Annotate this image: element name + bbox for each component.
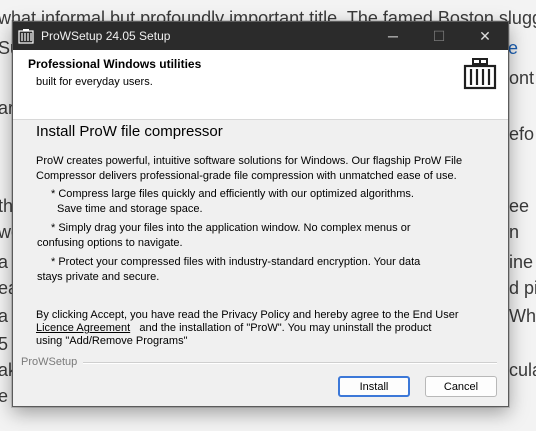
list-item: * Protect your compressed files with ind…	[37, 255, 491, 285]
header-title: Professional Windows utilities	[28, 57, 202, 71]
header-subtitle: built for everyday users.	[36, 76, 153, 88]
content-body: ProW creates powerful, intuitive softwar…	[36, 154, 491, 285]
minimize-button[interactable]: ─	[370, 22, 416, 50]
bullet-line: stays private and secure.	[37, 271, 160, 283]
maximize-icon: ☐	[432, 27, 446, 44]
title-bar[interactable]: ProWSetup 24.05 Setup ─ ☐ ✕	[13, 22, 508, 50]
cancel-button[interactable]: Cancel	[425, 376, 497, 397]
license-line: using "Add/Remove Programs"	[36, 335, 188, 347]
intro-text: ProW creates powerful, intuitive softwar…	[36, 155, 463, 182]
list-item: * Simply drag your files into the applic…	[37, 221, 491, 251]
background-link-text[interactable]: e	[508, 32, 518, 64]
list-item: * Compress large files quickly and effic…	[51, 187, 491, 217]
background-text-line: n	[509, 222, 520, 242]
licence-agreement-link[interactable]: Licence Agreement	[36, 322, 130, 334]
divider	[77, 362, 497, 364]
close-icon: ✕	[479, 27, 491, 44]
bullet-line: * Simply drag your files into the applic…	[51, 222, 411, 234]
background-text-line: e	[0, 386, 9, 406]
minimize-icon: ─	[388, 28, 398, 44]
background-text-line: ont	[509, 68, 535, 88]
app-icon	[18, 28, 34, 44]
group-label: ProWSetup	[21, 356, 84, 368]
setup-dialog: ProWSetup 24.05 Setup ─ ☐ ✕ Professional…	[12, 21, 509, 407]
license-line: By clicking Accept, you have read the Pr…	[36, 309, 459, 321]
background-text-line: Wh	[509, 306, 536, 326]
license-line-rest: and the installation of "ProW". You may …	[130, 322, 432, 334]
license-text: By clicking Accept, you have read the Pr…	[36, 309, 491, 348]
background-text-line: cula	[509, 360, 536, 380]
bullet-line: * Compress large files quickly and effic…	[51, 188, 414, 200]
background-text-line: efo	[509, 124, 535, 144]
install-button[interactable]: Install	[338, 376, 410, 397]
compressor-logo-icon	[463, 56, 497, 92]
close-button[interactable]: ✕	[462, 22, 508, 50]
license-line-2: Licence Agreement and the installation o…	[36, 322, 491, 335]
maximize-button[interactable]: ☐	[416, 22, 462, 50]
window-title: ProWSetup 24.05 Setup	[41, 29, 171, 43]
header-banner: Professional Windows utilities built for…	[13, 50, 508, 120]
bullet-line: confusing options to navigate.	[37, 237, 183, 249]
content-title: Install ProW file compressor	[36, 123, 223, 140]
bullet-line: * Protect your compressed files with ind…	[51, 256, 421, 268]
bullet-line: Save time and storage space.	[57, 203, 203, 215]
